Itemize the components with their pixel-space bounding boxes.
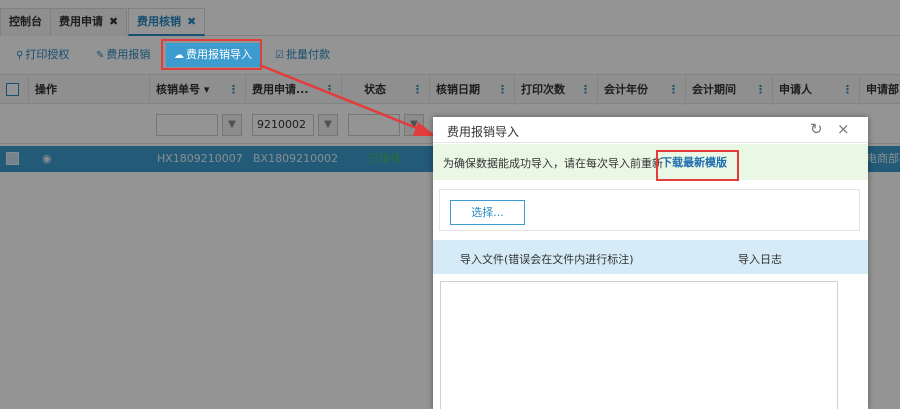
column-header-import-file: 导入文件(错误会在文件内进行标注) [460,253,634,266]
import-table-header: 导入文件(错误会在文件内进行标注) 导入日志 [433,240,868,274]
dialog-header: 费用报销导入 ↻ × [433,117,868,143]
select-file-button[interactable]: 选择... [450,200,525,225]
annotation-box-download-link [656,150,739,181]
import-result-area [440,281,838,409]
notice-text: 为确保数据能成功导入，请在每次导入前重新 [443,157,663,170]
refresh-icon[interactable]: ↻ [810,120,823,138]
import-notice: 为确保数据能成功导入，请在每次导入前重新 下载最新模版 [433,144,868,180]
close-icon[interactable]: × [837,120,850,138]
import-dialog: 费用报销导入 ↻ × 为确保数据能成功导入，请在每次导入前重新 下载最新模版 选… [433,117,868,409]
annotation-box-import-button [161,39,262,70]
file-select-panel: 选择... [439,189,860,231]
dialog-title: 费用报销导入 [447,125,520,139]
column-header-import-log: 导入日志 [738,253,782,266]
